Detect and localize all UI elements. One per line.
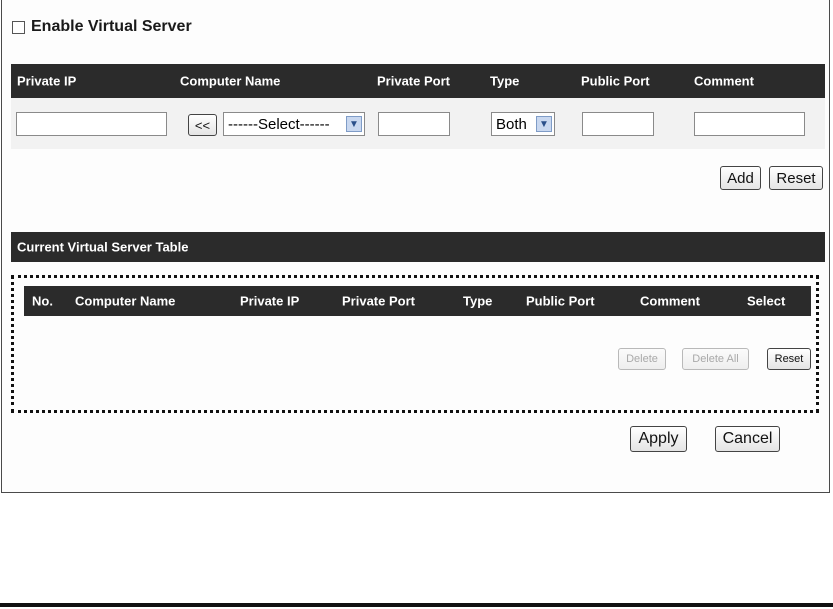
reset-table-button[interactable]: Reset	[767, 348, 811, 370]
col-type: Type	[463, 293, 493, 309]
computer-name-select-value: ------Select------	[228, 115, 330, 133]
current-table-title: Current Virtual Server Table	[17, 239, 189, 255]
col-no: No.	[32, 293, 53, 309]
header-private-ip: Private IP	[17, 73, 77, 89]
enable-virtual-server-row[interactable]: Enable Virtual Server	[12, 18, 192, 36]
col-select: Select	[747, 293, 786, 309]
col-public-port: Public Port	[526, 293, 595, 309]
chevron-down-icon: ▼	[346, 116, 362, 132]
comment-input[interactable]	[694, 112, 805, 136]
enable-virtual-server-checkbox[interactable]	[12, 20, 25, 34]
col-computer-name: Computer Name	[75, 293, 176, 309]
private-port-input[interactable]	[378, 112, 450, 136]
header-type: Type	[490, 73, 520, 89]
entry-header-bar: Private IP Computer Name Private Port Ty…	[11, 64, 825, 98]
public-port-input[interactable]	[582, 112, 654, 136]
header-private-port: Private Port	[377, 73, 450, 89]
copy-computer-button[interactable]: <<	[188, 114, 217, 136]
col-private-ip: Private IP	[240, 293, 300, 309]
private-ip-input[interactable]	[16, 112, 167, 136]
current-table-header: No. Computer Name Private IP Private Por…	[24, 286, 811, 316]
add-button[interactable]: Add	[720, 166, 761, 190]
header-public-port: Public Port	[581, 73, 650, 89]
computer-name-select[interactable]: ------Select------ ▼	[223, 112, 365, 136]
delete-all-button[interactable]: Delete All	[682, 348, 749, 370]
chevron-down-icon: ▼	[536, 116, 552, 132]
reset-entry-button[interactable]: Reset	[769, 166, 823, 190]
page-divider	[0, 603, 833, 607]
col-comment: Comment	[640, 293, 700, 309]
enable-virtual-server-label: Enable Virtual Server	[31, 18, 192, 35]
current-table-title-bar: Current Virtual Server Table	[11, 232, 825, 262]
type-select-value: Both	[496, 115, 527, 133]
col-private-port: Private Port	[342, 293, 415, 309]
virtual-server-panel: Enable Virtual Server Private IP Compute…	[1, 0, 830, 493]
apply-button[interactable]: Apply	[630, 426, 687, 452]
cancel-button[interactable]: Cancel	[715, 426, 780, 452]
header-computer-name: Computer Name	[180, 73, 281, 89]
type-select[interactable]: Both ▼	[491, 112, 555, 136]
delete-button[interactable]: Delete	[618, 348, 666, 370]
header-comment: Comment	[694, 73, 754, 89]
